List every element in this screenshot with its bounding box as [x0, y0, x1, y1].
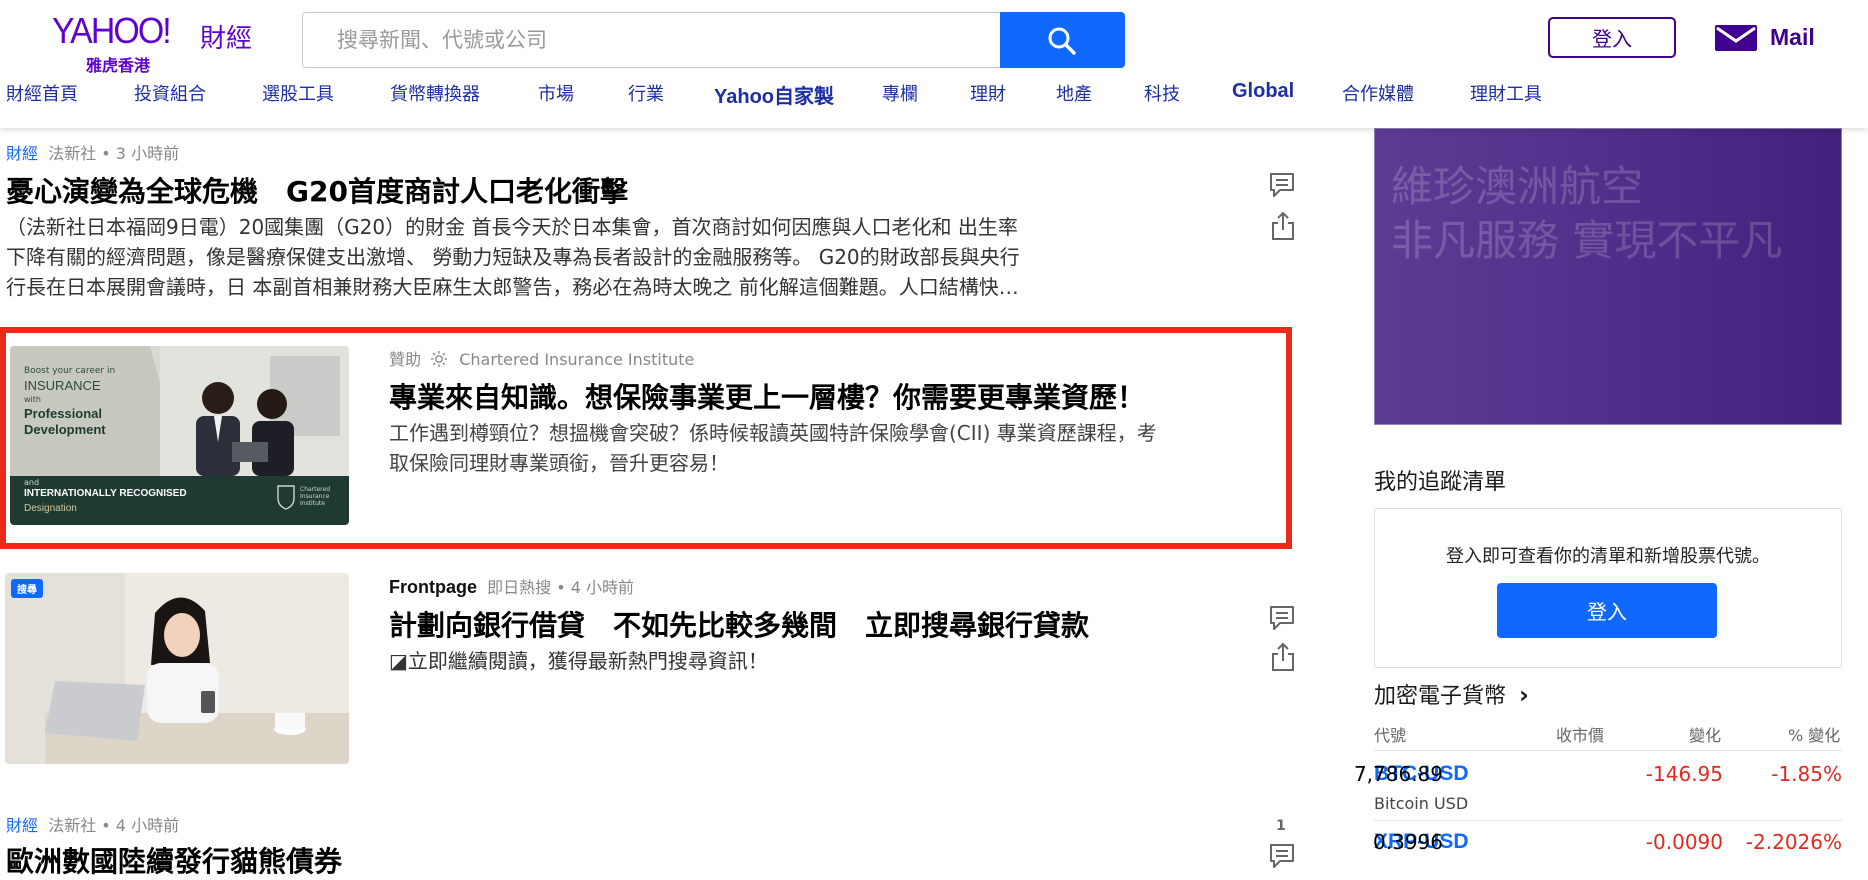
crypto-price: 0.3996	[1373, 830, 1443, 854]
watchlist-title: 我的追蹤清單	[1374, 470, 1507, 495]
sponsored-advertiser[interactable]: Chartered Insurance Institute	[459, 350, 694, 369]
image-text-and: and	[24, 478, 40, 487]
news-source-time: 法新社 • 4 小時前	[48, 816, 180, 835]
news-source-time: 法新社 • 3 小時前	[48, 144, 180, 163]
cii-crest-icon	[277, 485, 295, 510]
sponsored-meta: 贊助 Chartered Insurance Institute	[389, 346, 694, 370]
image-text-with: with	[24, 395, 41, 404]
image-text-top: Boost your career in	[24, 366, 116, 376]
nav-portfolio[interactable]: 投資組合	[134, 80, 206, 106]
comment-icon[interactable]	[1268, 604, 1296, 632]
search-button[interactable]	[1000, 12, 1125, 68]
site-header: YAHOO! 財經 雅虎香港 登入 Mail 財經首頁 投資組合 選股工具 貨幣…	[0, 0, 1868, 128]
news-summary: （法新社日本福岡9日電）20國集團（G20）的財金 首長今天於日本集會，首次商討…	[6, 212, 1126, 302]
news-headline[interactable]: 計劃向銀行借貸 不如先比較多幾間 立即搜尋銀行貸款	[389, 604, 1089, 644]
sun-icon	[431, 351, 448, 367]
watchlist-message: 登入即可查看你的清單和新增股票代號。	[1446, 546, 1770, 567]
share-icon[interactable]	[1270, 642, 1296, 672]
divider	[1374, 820, 1842, 821]
news-source[interactable]: Frontpage	[389, 577, 477, 597]
nav-screener[interactable]: 選股工具	[262, 80, 334, 106]
chevron-right-icon: ›	[1519, 681, 1529, 709]
sponsored-headline[interactable]: 專業來自知識。想保險事業更上一層樓？你需要更專業資歷！	[389, 376, 1145, 416]
ad-line-2: 非凡服務 實現不平凡	[1391, 216, 1783, 265]
news-image[interactable]: 搜尋	[5, 573, 349, 764]
crypto-title: 加密電子貨幣	[1374, 684, 1507, 709]
crypto-name: Bitcoin USD	[1374, 794, 1469, 813]
image-text-cii: Chartered Insurance Institute	[300, 486, 331, 507]
image-text-insurance: INSURANCE	[24, 378, 101, 393]
logo-section: 財經	[200, 24, 253, 54]
search-input[interactable]	[302, 12, 1000, 68]
summary-line: 取保險同理財專業頭銜，晉升更容易！	[389, 451, 729, 475]
sponsored-image[interactable]: Boost your career in INSURANCE with Prof…	[10, 346, 349, 525]
nav-columns[interactable]: 專欄	[882, 80, 918, 106]
share-icon[interactable]	[1270, 211, 1296, 241]
nav-partner-media[interactable]: 合作媒體	[1342, 80, 1414, 106]
news-meta: 財經 法新社 • 3 小時前	[6, 140, 179, 164]
sponsored-label: 贊助	[389, 350, 422, 369]
col-symbol: 代號	[1374, 726, 1407, 745]
news-category[interactable]: 財經	[6, 144, 38, 163]
divider	[1374, 750, 1842, 751]
summary-line: （法新社日本福岡9日電）20國集團（G20）的財金 首長今天於日本集會，首次商討…	[6, 215, 1018, 239]
ad-line-1: 維珍澳洲航空	[1391, 162, 1644, 211]
sponsored-summary: 工作遇到樽頸位？想搵機會突破？係時候報讀英國特許保險學會(CII) 專業資歷課程…	[389, 418, 1269, 478]
ad-banner[interactable]: 維珍澳洲航空 非凡服務 實現不平凡	[1374, 128, 1842, 425]
summary-line: 下降有關的經濟問題，像是醫療保健支出激增、 勞動力短缺及專為長者設計的金融服務等…	[6, 245, 1020, 269]
nav-tech[interactable]: 科技	[1144, 80, 1180, 106]
search-icon	[1048, 27, 1076, 55]
col-change: 變化	[1689, 726, 1722, 745]
crypto-price: 7,786.89	[1353, 762, 1443, 786]
crypto-pct-change: -2.2026%	[1745, 830, 1842, 854]
crypto-change: -146.95	[1645, 762, 1723, 786]
yahoo-finance-logo[interactable]: YAHOO! 財經 雅虎香港	[52, 10, 262, 75]
image-text-designation: Designation	[24, 503, 77, 514]
news-summary: ◪立即繼續閱讀，獲得最新熱門搜尋資訊！	[389, 649, 768, 673]
nav-markets[interactable]: 市場	[538, 80, 574, 106]
nav-property[interactable]: 地產	[1056, 80, 1092, 106]
logo-region: 雅虎香港	[86, 56, 151, 75]
watchlist-signin-button[interactable]: 登入	[1497, 583, 1717, 638]
news-meta: Frontpage 即日熱搜 • 4 小時前	[389, 574, 634, 598]
logo-brand: YAHOO!	[52, 10, 172, 51]
summary-line: 工作遇到樽頸位？想搵機會突破？係時候報讀英國特許保險學會(CII) 專業資歷課程…	[389, 421, 1157, 445]
image-text-professional: Professional	[24, 406, 103, 421]
image-text-intl: INTERNATIONALLY RECOGNISED	[24, 488, 187, 499]
nav-global[interactable]: Global	[1232, 80, 1294, 103]
nav-industries[interactable]: 行業	[628, 80, 664, 106]
col-pct-change: % 變化	[1788, 726, 1841, 745]
news-category[interactable]: 財經	[6, 816, 38, 835]
nav-finance-tools[interactable]: 理財工具	[1470, 80, 1542, 106]
news-headline[interactable]: 歐洲數國陸續發行貓熊債券	[6, 840, 342, 880]
mail-icon	[1715, 24, 1757, 51]
mail-link[interactable]: Mail	[1714, 17, 1815, 58]
nav-finance-home[interactable]: 財經首頁	[6, 80, 78, 106]
crypto-pct-change: -1.85%	[1771, 762, 1842, 786]
mail-label: Mail	[1770, 24, 1815, 50]
crypto-change: -0.0090	[1645, 830, 1723, 854]
crypto-title-link[interactable]: 加密電子貨幣 ›	[1374, 678, 1529, 710]
nav-personal-finance[interactable]: 理財	[970, 80, 1006, 106]
news-image-art	[5, 573, 349, 764]
nav-yahoo-originals[interactable]: Yahoo自家製	[714, 80, 834, 109]
image-text-development: Development	[24, 422, 106, 437]
main-nav: 財經首頁 投資組合 選股工具 貨幣轉換器 市場 行業 Yahoo自家製 專欄 理…	[0, 80, 1868, 114]
news-meta: 財經 法新社 • 4 小時前	[6, 812, 179, 836]
news-source-time: 即日熱搜 • 4 小時前	[487, 578, 635, 597]
trending-badge: 搜尋	[11, 579, 43, 598]
col-price: 收市價	[1556, 726, 1605, 745]
signin-button[interactable]: 登入	[1548, 17, 1676, 58]
summary-line: 行長在日本展開會議時，日 本副首相兼財務大臣麻生太郎警告，務必在為時太晚之 前化…	[6, 275, 1019, 299]
comment-count: 1	[1276, 818, 1286, 834]
comment-icon[interactable]	[1268, 171, 1296, 199]
nav-currency-converter[interactable]: 貨幣轉換器	[390, 80, 480, 106]
watchlist-box: 登入即可查看你的清單和新增股票代號。 登入	[1374, 508, 1842, 668]
news-headline[interactable]: 憂心演變為全球危機 G20首度商討人口老化衝擊	[6, 170, 628, 210]
